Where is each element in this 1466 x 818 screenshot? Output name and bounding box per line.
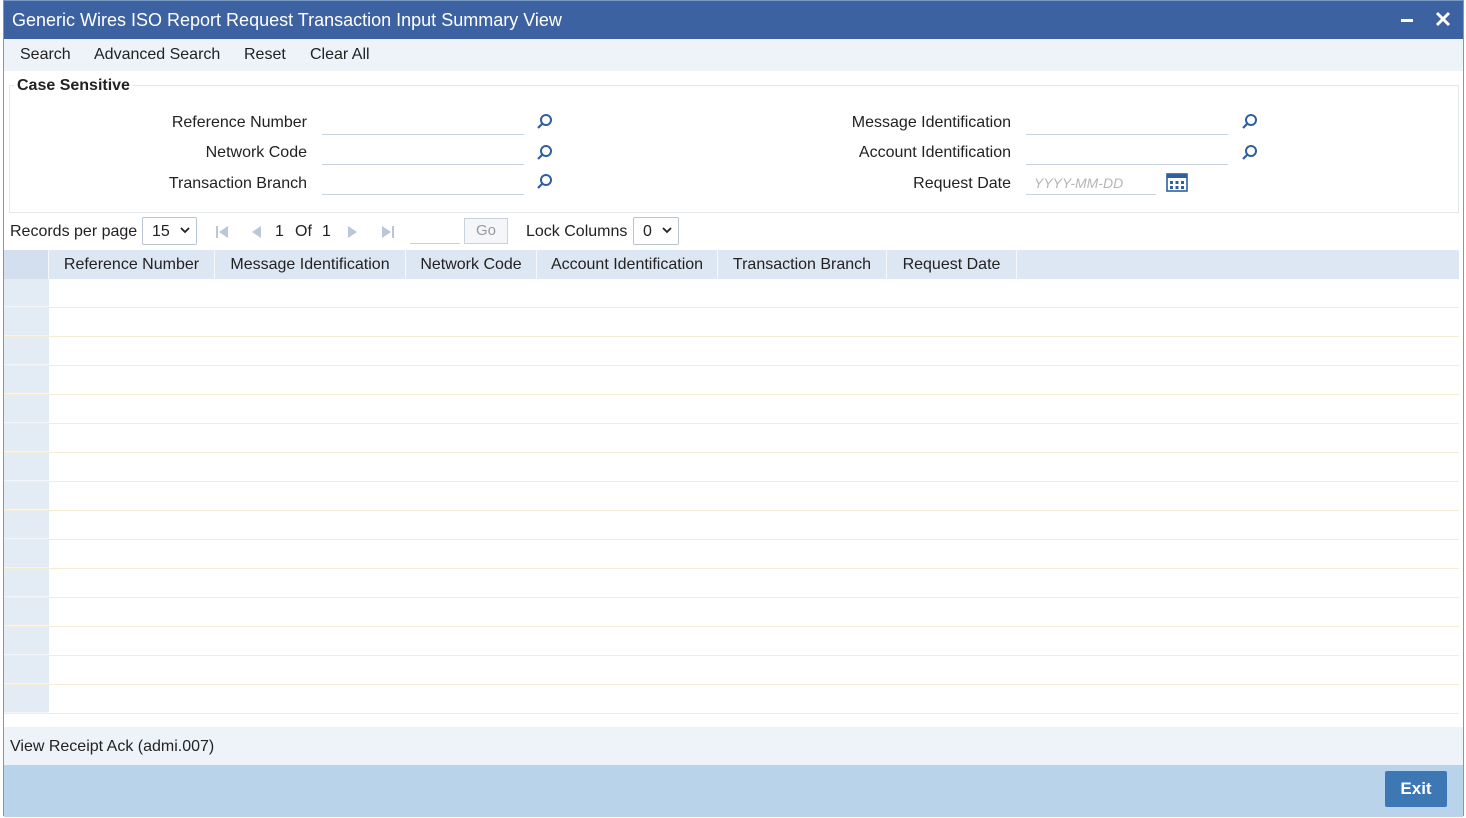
message-identification-label: Message Identification — [851, 114, 1011, 131]
column-header-message-identification[interactable]: Message Identification — [215, 250, 406, 279]
table-row[interactable] — [4, 569, 1459, 598]
results-grid: Reference Number Message Identification … — [4, 250, 1459, 714]
pagination-bar: Records per page 15 1 Of 1 Go Lock Colum… — [4, 216, 1463, 248]
view-receipt-ack-link[interactable]: View Receipt Ack (admi.007) — [10, 738, 214, 756]
request-date-label: Request Date — [913, 175, 1011, 192]
clear-all-button[interactable]: Clear All — [310, 46, 370, 64]
row-select-cell[interactable] — [4, 482, 49, 510]
message-identification-input[interactable] — [1026, 111, 1228, 135]
table-row[interactable] — [4, 279, 1459, 308]
next-page-icon[interactable] — [346, 225, 360, 239]
table-row[interactable] — [4, 482, 1459, 511]
exit-button[interactable]: Exit — [1385, 771, 1447, 807]
current-page: 1 — [275, 223, 284, 240]
total-pages: 1 — [322, 223, 331, 240]
reset-button[interactable]: Reset — [244, 46, 286, 64]
row-select-cell[interactable] — [4, 453, 49, 481]
records-per-page-value: 15 — [152, 223, 170, 240]
search-button[interactable]: Search — [20, 46, 71, 64]
summary-window: Generic Wires ISO Report Request Transac… — [3, 0, 1464, 817]
go-to-page-input[interactable] — [410, 218, 460, 244]
table-row[interactable] — [4, 395, 1459, 424]
toolbar: Search Advanced Search Reset Clear All — [4, 39, 1463, 71]
row-select-cell[interactable] — [4, 569, 49, 597]
row-select-cell[interactable] — [4, 627, 49, 655]
column-header-reference-number[interactable]: Reference Number — [49, 250, 215, 279]
transaction-branch-input[interactable] — [322, 171, 524, 195]
transaction-branch-label: Transaction Branch — [168, 175, 307, 192]
search-icon[interactable] — [1241, 144, 1259, 162]
search-icon[interactable] — [536, 173, 554, 191]
footer-info-bar: View Receipt Ack (admi.007) — [4, 727, 1463, 765]
minimize-icon[interactable] — [1395, 7, 1419, 31]
footer-bar: Exit — [4, 765, 1463, 817]
row-select-cell[interactable] — [4, 540, 49, 568]
select-all-cell[interactable] — [4, 250, 49, 279]
lock-columns-label: Lock Columns — [526, 223, 628, 240]
table-row[interactable] — [4, 511, 1459, 540]
row-select-cell[interactable] — [4, 511, 49, 539]
lock-columns-select[interactable]: 0 — [633, 217, 679, 245]
row-select-cell[interactable] — [4, 656, 49, 684]
search-icon[interactable] — [1241, 113, 1259, 131]
reference-number-label: Reference Number — [171, 114, 307, 131]
window-title: Generic Wires ISO Report Request Transac… — [12, 10, 562, 30]
row-select-cell[interactable] — [4, 395, 49, 423]
title-bar: Generic Wires ISO Report Request Transac… — [4, 1, 1463, 39]
calendar-icon[interactable] — [1166, 172, 1188, 192]
search-icon[interactable] — [536, 113, 554, 131]
row-select-cell[interactable] — [4, 598, 49, 626]
column-header-transaction-branch[interactable]: Transaction Branch — [718, 250, 887, 279]
lock-columns-value: 0 — [643, 223, 652, 240]
table-row[interactable] — [4, 424, 1459, 453]
table-row[interactable] — [4, 540, 1459, 569]
column-header-network-code[interactable]: Network Code — [406, 250, 537, 279]
row-select-cell[interactable] — [4, 424, 49, 452]
table-row[interactable] — [4, 685, 1459, 714]
table-row[interactable] — [4, 598, 1459, 627]
network-code-input[interactable] — [322, 141, 524, 165]
table-row[interactable] — [4, 366, 1459, 395]
of-label: Of — [295, 223, 312, 240]
last-page-icon[interactable] — [381, 225, 395, 239]
table-row[interactable] — [4, 627, 1459, 656]
reference-number-input[interactable] — [322, 111, 524, 135]
request-date-input[interactable] — [1026, 171, 1156, 195]
row-select-cell[interactable] — [4, 685, 49, 713]
go-button[interactable]: Go — [464, 218, 508, 244]
table-row[interactable] — [4, 337, 1459, 366]
row-select-cell[interactable] — [4, 366, 49, 394]
prev-page-icon[interactable] — [249, 225, 263, 239]
records-per-page-label: Records per page — [10, 223, 138, 240]
case-sensitive-label: Case Sensitive — [14, 77, 133, 95]
grid-header: Reference Number Message Identification … — [4, 250, 1459, 279]
search-icon[interactable] — [536, 144, 554, 162]
chevron-down-icon — [662, 227, 672, 234]
row-select-cell[interactable] — [4, 337, 49, 365]
records-per-page-select[interactable]: 15 — [142, 217, 197, 245]
column-header-request-date[interactable]: Request Date — [887, 250, 1017, 279]
close-icon[interactable] — [1431, 7, 1455, 31]
advanced-search-button[interactable]: Advanced Search — [94, 46, 220, 64]
table-row[interactable] — [4, 656, 1459, 685]
account-identification-label: Account Identification — [858, 144, 1011, 161]
row-select-cell[interactable] — [4, 279, 49, 307]
table-row[interactable] — [4, 308, 1459, 337]
network-code-label: Network Code — [205, 144, 307, 161]
account-identification-input[interactable] — [1026, 141, 1228, 165]
first-page-icon[interactable] — [215, 225, 229, 239]
row-select-cell[interactable] — [4, 308, 49, 336]
column-header-account-identification[interactable]: Account Identification — [537, 250, 718, 279]
chevron-down-icon — [180, 227, 190, 234]
table-row[interactable] — [4, 453, 1459, 482]
